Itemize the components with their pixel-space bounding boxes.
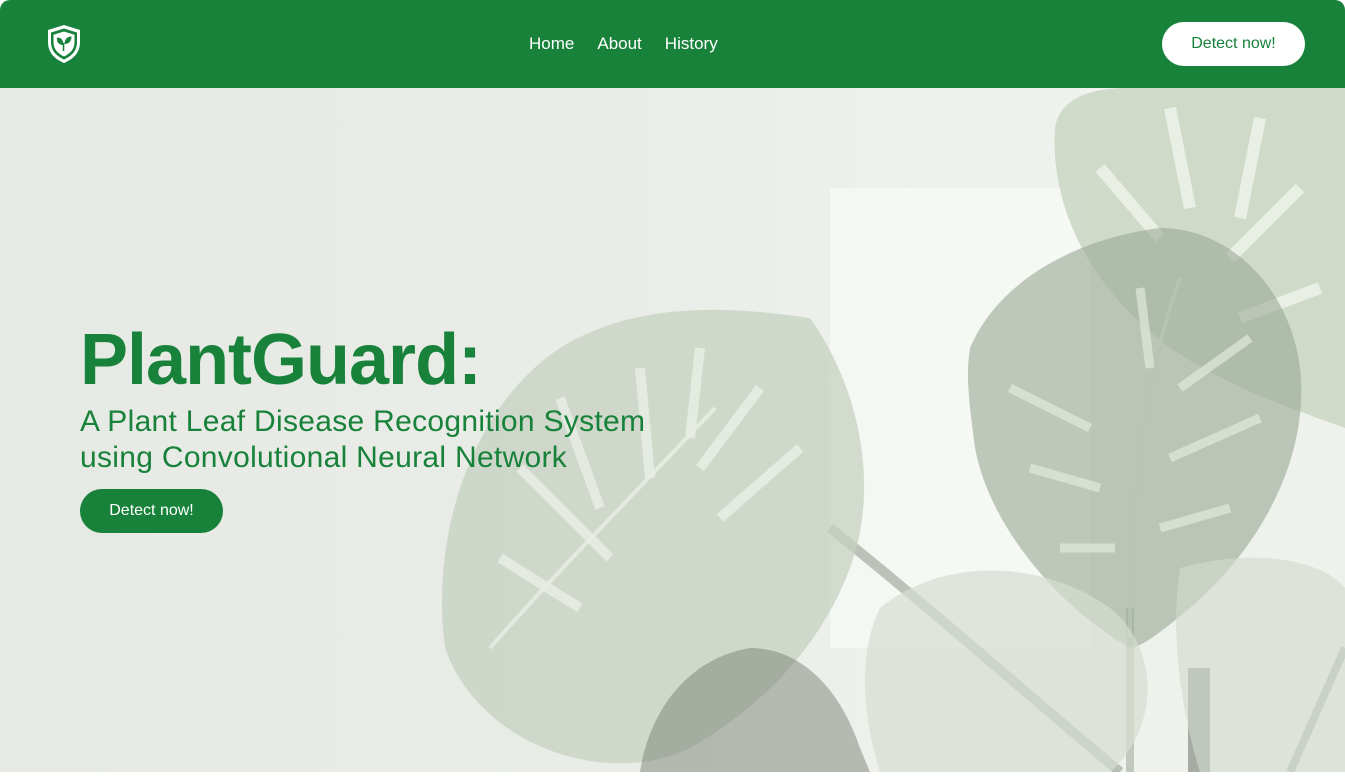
hero-subtitle-line-2: using Convolutional Neural Network xyxy=(80,441,568,474)
hero-section: PlantGuard: A Plant Leaf Disease Recogni… xyxy=(0,88,1345,772)
main-nav: Home About History xyxy=(529,0,718,88)
shield-leaf-icon[interactable] xyxy=(46,24,82,64)
nav-detect-now-button[interactable]: Detect now! xyxy=(1162,22,1305,66)
nav-link-history[interactable]: History xyxy=(665,34,718,54)
nav-link-home[interactable]: Home xyxy=(529,34,574,54)
page-bottom-edge xyxy=(0,772,1345,776)
hero-subtitle: A Plant Leaf Disease Recognition System … xyxy=(80,404,720,476)
hero-subtitle-line-1: A Plant Leaf Disease Recognition System xyxy=(80,405,646,438)
hero-detect-now-button[interactable]: Detect now! xyxy=(80,489,223,533)
top-navbar: Home About History Detect now! xyxy=(0,0,1345,88)
hero-title: PlantGuard: xyxy=(80,320,482,400)
nav-link-about[interactable]: About xyxy=(597,34,641,54)
